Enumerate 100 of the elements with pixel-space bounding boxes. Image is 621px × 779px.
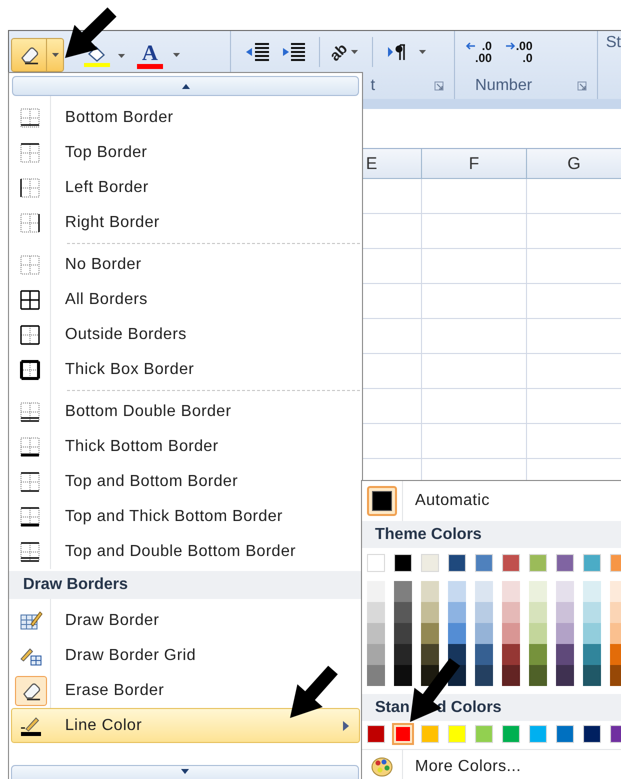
color-swatch[interactable] xyxy=(502,665,520,686)
color-swatch[interactable] xyxy=(556,581,574,602)
group-title: St xyxy=(606,34,621,51)
palette-icon xyxy=(371,756,393,776)
color-swatch[interactable] xyxy=(475,725,493,743)
menu-item[interactable]: Top and Double Bottom Border xyxy=(9,534,362,569)
color-swatch[interactable] xyxy=(448,602,466,623)
color-swatch[interactable] xyxy=(421,725,439,743)
color-swatch[interactable] xyxy=(367,581,385,602)
color-swatch[interactable] xyxy=(475,644,493,665)
text-direction-button[interactable] xyxy=(387,43,426,61)
increase-indent-icon[interactable] xyxy=(280,42,307,62)
caret-icon xyxy=(173,53,180,57)
menu-item[interactable]: All Borders xyxy=(9,282,362,317)
menu-item[interactable]: Bottom Double Border xyxy=(9,394,362,429)
column-header[interactable]: F xyxy=(421,149,526,178)
color-swatch[interactable] xyxy=(502,644,520,665)
color-swatch[interactable] xyxy=(475,581,493,602)
color-swatch[interactable] xyxy=(421,623,439,644)
color-swatch[interactable] xyxy=(367,602,385,623)
color-swatch[interactable] xyxy=(502,554,520,572)
column-header[interactable]: G xyxy=(526,149,621,178)
menu-item[interactable]: Outside Borders xyxy=(9,317,362,352)
color-swatch[interactable] xyxy=(448,581,466,602)
color-swatch[interactable] xyxy=(556,725,574,743)
menu-item[interactable]: Thick Bottom Border xyxy=(9,429,362,464)
color-swatch[interactable] xyxy=(394,665,412,686)
color-swatch[interactable] xyxy=(502,725,520,743)
decimal-places-button[interactable]: .00 .0 xyxy=(506,40,533,64)
color-swatch[interactable] xyxy=(421,554,439,572)
color-swatch[interactable] xyxy=(502,581,520,602)
font-color-button[interactable]: A xyxy=(137,41,180,69)
color-swatch[interactable] xyxy=(556,665,574,686)
color-swatch[interactable] xyxy=(394,725,412,743)
color-swatch[interactable] xyxy=(556,554,574,572)
menu-item[interactable]: Line Color xyxy=(11,708,360,743)
menu-item[interactable]: Top and Thick Bottom Border xyxy=(9,499,362,534)
menu-item[interactable]: No Border xyxy=(9,247,362,282)
color-swatch[interactable] xyxy=(556,623,574,644)
color-swatch[interactable] xyxy=(502,623,520,644)
decrease-indent-icon[interactable] xyxy=(244,42,271,62)
color-swatch[interactable] xyxy=(394,554,412,572)
color-swatch[interactable] xyxy=(529,554,547,572)
color-swatch[interactable] xyxy=(367,554,385,572)
color-swatch[interactable] xyxy=(394,602,412,623)
color-swatch[interactable] xyxy=(394,623,412,644)
menu-item[interactable]: Bottom Border xyxy=(9,100,362,135)
color-swatch[interactable] xyxy=(556,602,574,623)
color-swatch[interactable] xyxy=(448,554,466,572)
menu-item[interactable]: Automatic xyxy=(362,481,621,521)
color-swatch[interactable] xyxy=(475,665,493,686)
color-swatch[interactable] xyxy=(529,623,547,644)
dialog-launcher-icon[interactable] xyxy=(434,81,444,91)
color-swatch[interactable] xyxy=(367,644,385,665)
color-swatch[interactable] xyxy=(583,623,601,644)
section-header-text: Stan xyxy=(375,698,410,718)
menu-item[interactable]: Draw Border xyxy=(11,603,360,638)
color-swatch[interactable] xyxy=(583,665,601,686)
color-swatch[interactable] xyxy=(367,623,385,644)
menu-item[interactable]: Draw Border Grid xyxy=(11,638,360,673)
color-swatch[interactable] xyxy=(529,602,547,623)
menu-item[interactable]: Thick Box Border xyxy=(9,352,362,387)
color-swatch[interactable] xyxy=(529,644,547,665)
scroll-down-button[interactable] xyxy=(11,765,359,779)
decimal-places-button[interactable]: .0 .00 xyxy=(465,40,492,64)
section-header: Draw Borders xyxy=(9,571,362,599)
color-swatch[interactable] xyxy=(421,581,439,602)
color-swatch[interactable] xyxy=(583,602,601,623)
color-swatch[interactable] xyxy=(583,581,601,602)
fill-color-button[interactable] xyxy=(84,44,125,68)
menu-item[interactable]: Erase Border xyxy=(11,673,360,708)
color-swatch[interactable] xyxy=(502,602,520,623)
pointer-arrow xyxy=(290,666,338,718)
color-swatch[interactable] xyxy=(448,725,466,743)
color-swatch[interactable] xyxy=(367,725,385,743)
color-swatch[interactable] xyxy=(367,665,385,686)
caret-icon xyxy=(52,53,58,57)
color-swatch[interactable] xyxy=(556,644,574,665)
color-swatch[interactable] xyxy=(421,602,439,623)
color-swatch[interactable] xyxy=(583,725,601,743)
color-swatch[interactable] xyxy=(394,644,412,665)
menu-item[interactable]: Right Border xyxy=(9,205,362,240)
color-swatch[interactable] xyxy=(583,644,601,665)
menu-item[interactable]: Top and Bottom Border xyxy=(9,464,362,499)
color-swatch[interactable] xyxy=(529,581,547,602)
color-swatch[interactable] xyxy=(421,644,439,665)
color-swatch[interactable] xyxy=(394,581,412,602)
table-pencil-icon xyxy=(19,610,43,632)
color-swatch[interactable] xyxy=(475,602,493,623)
color-swatch[interactable] xyxy=(529,725,547,743)
dialog-launcher-icon[interactable] xyxy=(576,81,587,91)
scroll-up-button[interactable] xyxy=(12,76,359,96)
color-swatch[interactable] xyxy=(529,665,547,686)
color-swatch[interactable] xyxy=(448,623,466,644)
color-swatch[interactable] xyxy=(583,554,601,572)
color-swatch[interactable] xyxy=(475,623,493,644)
menu-item[interactable]: More Colors... xyxy=(362,749,621,779)
orientation-button[interactable]: ab xyxy=(330,44,358,60)
color-swatch[interactable] xyxy=(475,554,493,572)
pointer-arrow xyxy=(65,7,116,58)
